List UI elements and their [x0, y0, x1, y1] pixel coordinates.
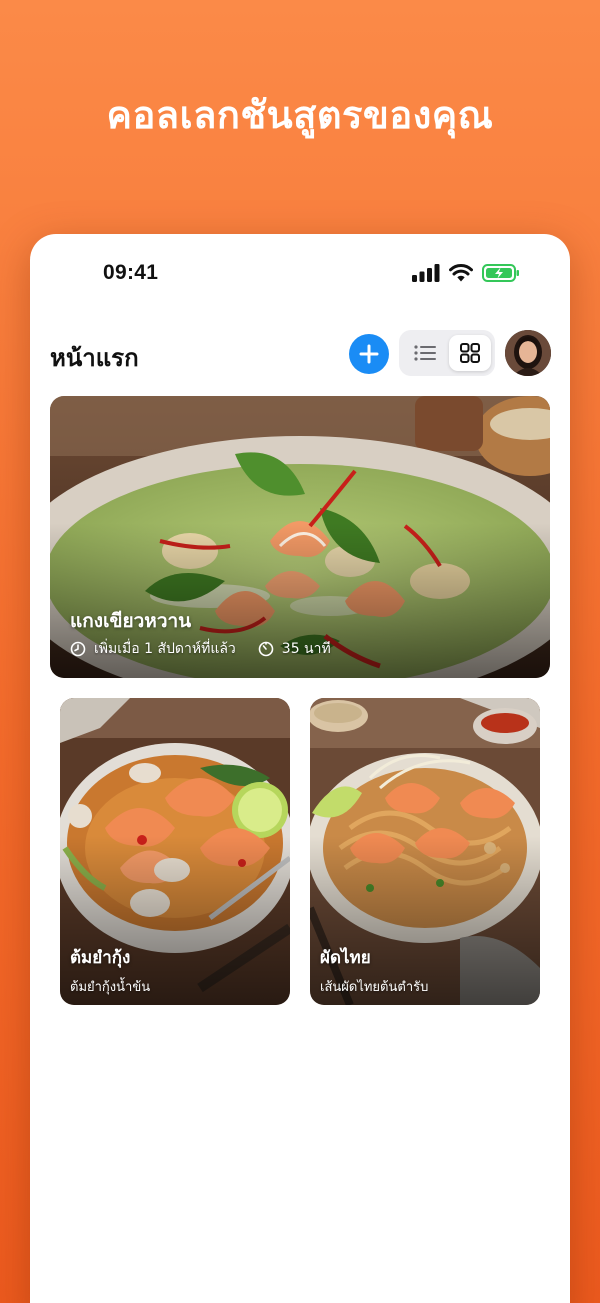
recipe-added-date: เพิ่มเมื่อ 1 สัปดาห์ที่แล้ว: [94, 641, 236, 657]
phone-screen: 09:41 หน้าแรก แกงเขียวหวาน เพิ่มเมื่อ 1 …: [30, 234, 570, 1303]
avatar-image: [505, 330, 551, 376]
signal-icon: [412, 264, 440, 282]
grid-view-button[interactable]: [449, 335, 491, 371]
page-title: หน้าแรก: [50, 344, 139, 372]
recipe-title: แกงเขียวหวาน: [70, 610, 192, 632]
headline: คอลเลกชันสูตรของคุณ: [106, 93, 494, 137]
wifi-icon: [449, 264, 473, 282]
view-toggle: [399, 330, 495, 376]
status-time: 09:41: [103, 261, 159, 284]
recipe-card-tom-yum[interactable]: ต้มยำกุ้ง ต้มยำกุ้งน้ำข้น: [60, 698, 290, 1005]
recipe-card-pad-thai[interactable]: ผัดไทย เส้นผัดไทยต้นตำรับ: [310, 698, 540, 1005]
nav-bar: หน้าแรก: [30, 330, 570, 376]
clock-icon: [70, 641, 86, 657]
recipe-card-green-curry[interactable]: แกงเขียวหวาน เพิ่มเมื่อ 1 สัปดาห์ที่แล้ว…: [50, 396, 550, 678]
status-bar: 09:41: [30, 258, 570, 288]
grid-icon: [460, 343, 480, 363]
plus-icon: [359, 344, 379, 364]
list-icon: [414, 345, 436, 361]
recipe-meta: เพิ่มเมื่อ 1 สัปดาห์ที่แล้ว 35 นาที: [70, 638, 331, 660]
list-view-button[interactable]: [405, 335, 445, 371]
timer-icon: [258, 641, 274, 657]
recipe-title: ผัดไทย: [320, 948, 371, 968]
recipe-duration: 35 นาที: [281, 641, 331, 657]
avatar[interactable]: [505, 330, 551, 376]
add-recipe-button[interactable]: [349, 334, 389, 374]
recipe-subtitle: ต้มยำกุ้งน้ำข้น: [70, 980, 151, 995]
battery-icon: [482, 264, 519, 282]
status-icons: [412, 264, 520, 282]
recipe-subtitle: เส้นผัดไทยต้นตำรับ: [320, 980, 429, 995]
recipe-title: ต้มยำกุ้ง: [70, 948, 131, 968]
